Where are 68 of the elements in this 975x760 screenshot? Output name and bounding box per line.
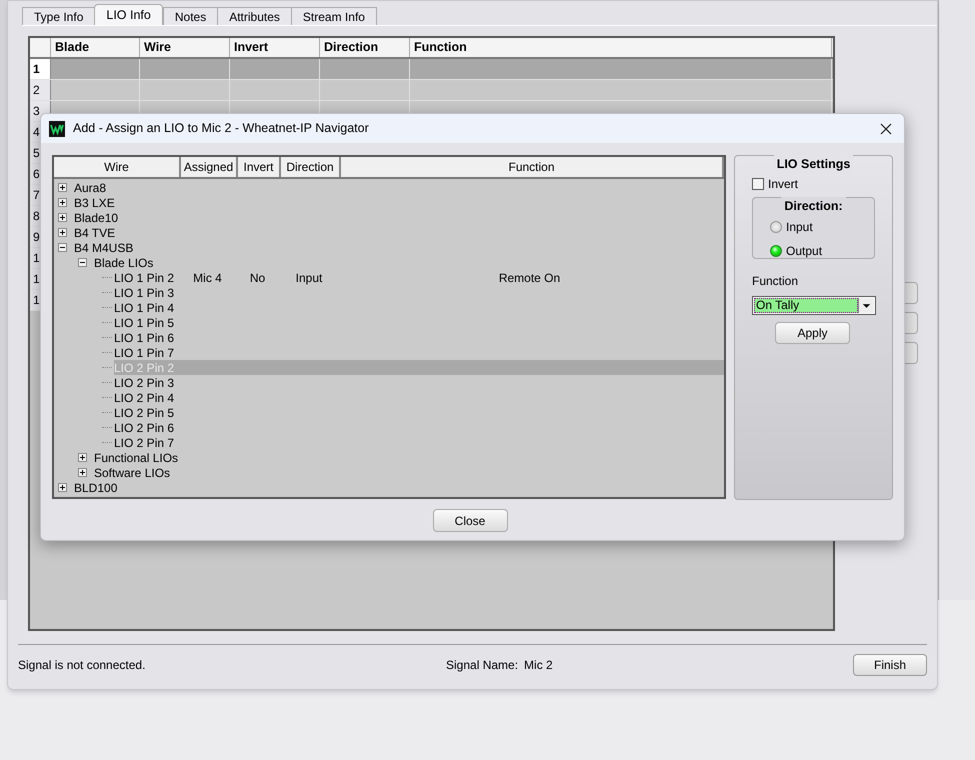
expand-icon[interactable]: [78, 468, 87, 477]
row-number: 1: [30, 59, 51, 79]
column-header[interactable]: Direction: [281, 157, 341, 177]
expand-icon[interactable]: [58, 483, 67, 492]
radio-label: Output: [786, 242, 822, 260]
dialog-title: Add - Assign an LIO to Mic 2 - Wheatnet-IP Navigator: [73, 120, 369, 138]
table-cell-text: Input: [296, 270, 322, 286]
tree-item[interactable]: BLD100: [74, 480, 118, 494]
tree-item[interactable]: LIO 1 Pin 3: [114, 286, 174, 300]
column-header[interactable]: Wire: [54, 157, 181, 177]
collapse-icon[interactable]: [58, 243, 67, 252]
tree-item[interactable]: Software LIOs: [94, 466, 170, 480]
expand-icon[interactable]: [58, 183, 67, 192]
tree-item[interactable]: B3 LXE: [74, 196, 115, 210]
tree-item[interactable]: LIO 1 Pin 5: [114, 316, 174, 330]
tree-item[interactable]: LIO 2 Pin 6: [114, 420, 174, 434]
collapse-icon[interactable]: [78, 258, 87, 267]
tree-item[interactable]: B4 M4USB: [74, 240, 134, 254]
tree-item[interactable]: Functional LIOs: [94, 450, 178, 464]
tree-item[interactable]: LIO 2 Pin 7: [114, 436, 174, 450]
expand-icon[interactable]: [58, 198, 67, 207]
expand-icon[interactable]: [58, 228, 67, 237]
radio-button[interactable]: [770, 244, 782, 256]
close-icon[interactable]: [880, 122, 892, 134]
tree-item[interactable]: LIO 1 Pin 2: [114, 270, 174, 284]
checkbox-label: Invert: [768, 176, 798, 193]
checkbox[interactable]: [752, 178, 764, 190]
expand-icon[interactable]: [58, 213, 67, 222]
status-text: Signal is not connected.: [18, 657, 146, 674]
tree-item[interactable]: LIO 1 Pin 4: [114, 300, 174, 314]
tree-item[interactable]: LIO 1 Pin 7: [114, 346, 174, 360]
panel-title: LIO Settings: [774, 155, 854, 174]
tree-item[interactable]: LIO 2 Pin 3: [114, 376, 174, 390]
column-header[interactable]: Invert: [230, 38, 320, 57]
radio-label: Input: [786, 218, 813, 236]
finish-button[interactable]: Finish: [853, 654, 927, 676]
function-label: Function: [752, 272, 798, 290]
tree-item[interactable]: Blade LIOs: [94, 256, 154, 270]
tree-item[interactable]: B4 TVE: [74, 226, 116, 240]
table-cell-text: No: [250, 270, 266, 286]
function-dropdown[interactable]: On Tally: [752, 296, 876, 315]
table-cell-text: Remote On: [498, 270, 560, 286]
column-header[interactable]: Wire: [140, 38, 230, 57]
apply-button[interactable]: Apply: [775, 322, 850, 344]
tree-item[interactable]: LIO 2 Pin 4: [114, 390, 174, 404]
tree-item[interactable]: LIO 1 Pin 6: [114, 330, 174, 344]
close-button[interactable]: Close: [432, 509, 508, 532]
tab[interactable]: Type Info: [22, 7, 96, 25]
signal-name-label: Signal Name:: [446, 657, 518, 674]
column-header[interactable]: Blade: [51, 38, 140, 57]
column-header[interactable]: Invert: [238, 157, 281, 177]
table-cell-text: Mic 4: [193, 270, 222, 286]
column-header[interactable]: Direction: [320, 38, 410, 57]
tab[interactable]: Notes: [162, 7, 218, 25]
tab[interactable]: Stream Info: [290, 7, 377, 25]
tree-item[interactable]: Aura8: [74, 180, 106, 194]
tab[interactable]: Attributes: [217, 7, 292, 25]
app-icon: [49, 120, 65, 136]
signal-name: Mic 2: [524, 657, 553, 674]
tree-item[interactable]: LIO 2 Pin 5: [114, 406, 174, 420]
column-header[interactable]: Function: [341, 157, 724, 177]
row-number: 2: [30, 80, 51, 100]
column-header[interactable]: Function: [410, 38, 832, 57]
tab[interactable]: LIO Info: [94, 4, 163, 25]
tree-item[interactable]: Blade10: [74, 210, 118, 224]
column-header[interactable]: Assigned: [181, 157, 238, 177]
radio-button[interactable]: [770, 220, 782, 232]
expand-icon[interactable]: [78, 453, 87, 462]
